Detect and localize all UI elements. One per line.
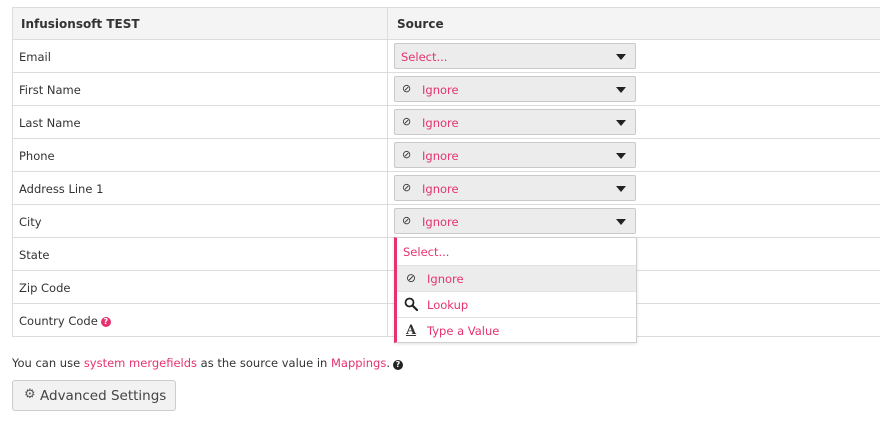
caret-down-icon	[616, 219, 626, 225]
ban-icon: ⊘	[402, 148, 412, 161]
field-label-first-name: First Name	[19, 83, 81, 97]
source-select-phone[interactable]: ⊘ Ignore	[394, 142, 636, 168]
select-value: Ignore	[422, 149, 459, 163]
caret-down-icon	[616, 153, 626, 159]
field-label-address-line-1: Address Line 1	[19, 182, 104, 196]
field-label-last-name: Last Name	[19, 116, 81, 130]
mergefields-note: You can use system mergefields as the so…	[12, 356, 403, 370]
caret-down-icon	[616, 87, 626, 93]
table-row: Address Line 1 ⊘ Ignore	[13, 171, 880, 204]
country-code-text: Country Code	[19, 314, 98, 328]
select-value: Select...	[401, 50, 448, 64]
ban-icon: ⊘	[402, 82, 412, 95]
mappings-link[interactable]: Mappings	[331, 356, 386, 370]
dropdown-option-ignore[interactable]: ⊘ Ignore	[397, 265, 636, 291]
header-destination: Infusionsoft TEST	[13, 8, 388, 39]
caret-down-icon	[616, 120, 626, 126]
dropdown-option-type-value[interactable]: A Type a Value	[397, 317, 636, 343]
select-value: Ignore	[422, 215, 459, 229]
table-row: Phone ⊘ Ignore	[13, 138, 880, 171]
ban-icon: ⊘	[402, 115, 412, 128]
source-select-first-name[interactable]: ⊘ Ignore	[394, 76, 636, 102]
field-label-city: City	[19, 215, 42, 229]
ban-icon: ⊘	[405, 271, 417, 285]
field-label-email: Email	[19, 50, 51, 64]
table-row: Email Select...	[13, 39, 880, 72]
select-value: Ignore	[422, 83, 459, 97]
caret-down-icon	[616, 54, 626, 60]
source-select-last-name[interactable]: ⊘ Ignore	[394, 109, 636, 135]
table-row: Last Name ⊘ Ignore	[13, 105, 880, 138]
help-icon[interactable]: ?	[100, 317, 111, 327]
source-dropdown-menu: Select... ⊘ Ignore Lookup A Type a Value	[394, 237, 637, 343]
system-mergefields-link[interactable]: system mergefields	[84, 356, 197, 370]
source-select-city[interactable]: ⊘ Ignore	[394, 208, 636, 234]
source-select-email[interactable]: Select...	[394, 43, 636, 69]
field-label-zip-code: Zip Code	[19, 281, 71, 295]
option-label: Select...	[403, 245, 450, 259]
ban-icon: ⊘	[402, 181, 412, 194]
table-row: First Name ⊘ Ignore	[13, 72, 880, 105]
text-icon: A	[405, 323, 417, 338]
note-text: as the source value in	[197, 356, 331, 370]
search-icon	[404, 297, 419, 314]
table-header: Infusionsoft TEST Source	[13, 8, 880, 39]
option-label: Type a Value	[427, 324, 500, 338]
option-label: Lookup	[427, 298, 469, 312]
field-label-state: State	[19, 248, 50, 262]
caret-down-icon	[616, 186, 626, 192]
select-value: Ignore	[422, 182, 459, 196]
note-text: .	[386, 356, 390, 370]
table-row: City ⊘ Ignore	[13, 204, 880, 237]
help-icon[interactable]: ?	[392, 360, 403, 370]
ban-icon: ⊘	[402, 214, 412, 227]
field-label-country-code: Country Code?	[19, 314, 111, 328]
source-select-address-line-1[interactable]: ⊘ Ignore	[394, 175, 636, 201]
header-destination-label: Infusionsoft TEST	[21, 17, 140, 31]
dropdown-option-lookup[interactable]: Lookup	[397, 291, 636, 317]
note-text: You can use	[12, 356, 84, 370]
field-label-phone: Phone	[19, 149, 55, 163]
header-source: Source	[388, 8, 880, 39]
option-label: Ignore	[427, 272, 464, 286]
gear-icon: ⚙	[24, 387, 36, 402]
advanced-settings-button[interactable]: ⚙ Advanced Settings	[12, 380, 176, 411]
select-value: Ignore	[422, 116, 459, 130]
advanced-settings-label: Advanced Settings	[40, 388, 167, 404]
header-source-label: Source	[397, 17, 444, 31]
dropdown-option-select[interactable]: Select...	[397, 238, 636, 265]
